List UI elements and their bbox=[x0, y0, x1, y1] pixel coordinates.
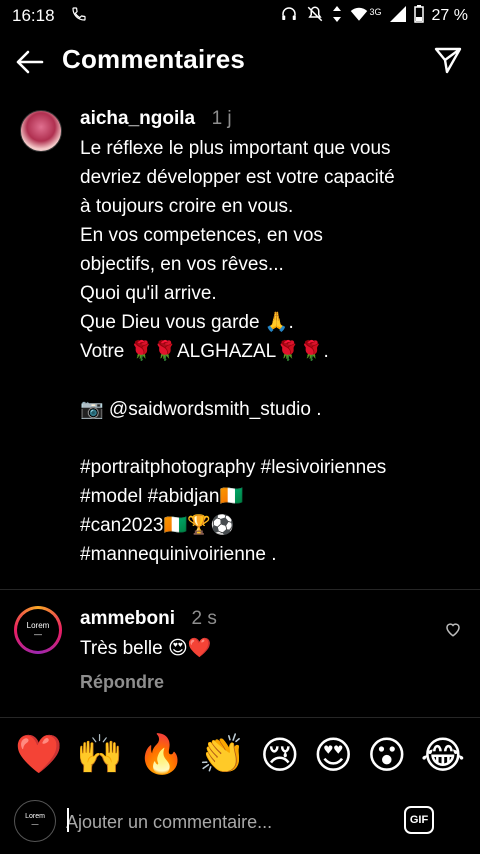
caption-hashtags[interactable]: #portraitphotography #lesivoiriennes bbox=[80, 453, 460, 482]
signal-icon bbox=[389, 5, 406, 27]
caption-line: devriez développer est votre capacité bbox=[80, 167, 395, 188]
caption-line: En vos competences, en vos bbox=[80, 225, 323, 246]
caption-hashtags[interactable]: #model #abidjan🇨🇮 bbox=[80, 482, 460, 511]
caption-username[interactable]: aicha_ngoila bbox=[80, 108, 195, 129]
comment-text: Très belle 😍❤️ bbox=[80, 638, 212, 659]
headphones-icon bbox=[280, 5, 298, 28]
comment-time: 2 s bbox=[191, 608, 217, 629]
back-arrow-icon[interactable] bbox=[14, 46, 46, 78]
caption-line: objectifs, en vos rêves... bbox=[80, 254, 284, 275]
status-time: 16:18 bbox=[12, 6, 55, 25]
battery-icon bbox=[413, 4, 424, 28]
status-bar: 16:18 3G 27 % bbox=[0, 0, 480, 32]
divider bbox=[0, 589, 480, 590]
data-arrows-icon bbox=[332, 5, 342, 28]
caption-header: aicha_ngoila 1 j bbox=[80, 108, 232, 130]
caption-line bbox=[80, 424, 460, 453]
caption-text: Le réflexe le plus important que vous de… bbox=[80, 134, 460, 569]
gif-button[interactable]: GIF bbox=[404, 806, 434, 834]
emoji-surprised-button[interactable]: 😮 bbox=[367, 733, 407, 778]
phone-icon bbox=[71, 6, 87, 27]
caption-mention[interactable]: 📷 @saidwordsmith_studio . bbox=[80, 395, 460, 424]
comment-header: ammeboni 2 s bbox=[80, 608, 217, 630]
emoji-crying-button[interactable]: 😢 bbox=[260, 733, 300, 778]
comment-username[interactable]: ammeboni bbox=[80, 608, 175, 629]
wifi-icon bbox=[350, 6, 368, 27]
battery-level: 27 % bbox=[431, 7, 468, 24]
avatar: Lorem — bbox=[14, 800, 56, 842]
network-label: 3G bbox=[369, 7, 382, 17]
emoji-heart-button[interactable]: ❤️ bbox=[15, 733, 62, 777]
caption-hashtags[interactable]: #mannequinivoirienne . bbox=[80, 540, 460, 569]
emoji-raised-hands-button[interactable]: 🙌 bbox=[76, 733, 123, 777]
caption-line: Votre 🌹🌹ALGHAZAL🌹🌹. bbox=[80, 341, 329, 362]
emoji-reaction-bar: ❤️ 🙌 🔥 👏 😢 😍 😮 😂 bbox=[0, 724, 480, 786]
emoji-heart-eyes-button[interactable]: 😍 bbox=[314, 733, 354, 778]
caption-line: Le réflexe le plus important que vous bbox=[80, 138, 391, 159]
reply-button[interactable]: Répondre bbox=[80, 672, 164, 693]
caption-line: à toujours croire en vous. bbox=[80, 196, 294, 217]
caption-line: Que Dieu vous garde 🙏. bbox=[80, 312, 294, 333]
caption-time: 1 j bbox=[211, 108, 232, 129]
comment-item: Lorem — ammeboni 2 s Très belle 😍❤️ Répo… bbox=[0, 602, 480, 712]
avatar[interactable]: Lorem — bbox=[14, 606, 62, 654]
page-title: Commentaires bbox=[62, 44, 246, 74]
header: Commentaires bbox=[0, 36, 480, 86]
mute-icon bbox=[306, 5, 324, 28]
heart-outline-icon[interactable] bbox=[444, 620, 462, 638]
text-caret bbox=[67, 808, 69, 832]
divider bbox=[0, 717, 480, 718]
avatar[interactable] bbox=[20, 110, 62, 152]
emoji-fire-button[interactable]: 🔥 bbox=[137, 733, 184, 777]
emoji-clap-button[interactable]: 👏 bbox=[199, 733, 246, 777]
caption-hashtags[interactable]: #can2023🇨🇮🏆⚽ bbox=[80, 511, 460, 540]
comment-input-bar: Lorem — GIF bbox=[0, 792, 480, 854]
send-icon[interactable] bbox=[432, 44, 464, 76]
comment-input[interactable] bbox=[66, 808, 376, 836]
caption-line: Quoi qu'il arrive. bbox=[80, 283, 217, 304]
emoji-laughing-button[interactable]: 😂 bbox=[421, 733, 465, 778]
caption-line bbox=[80, 366, 460, 395]
